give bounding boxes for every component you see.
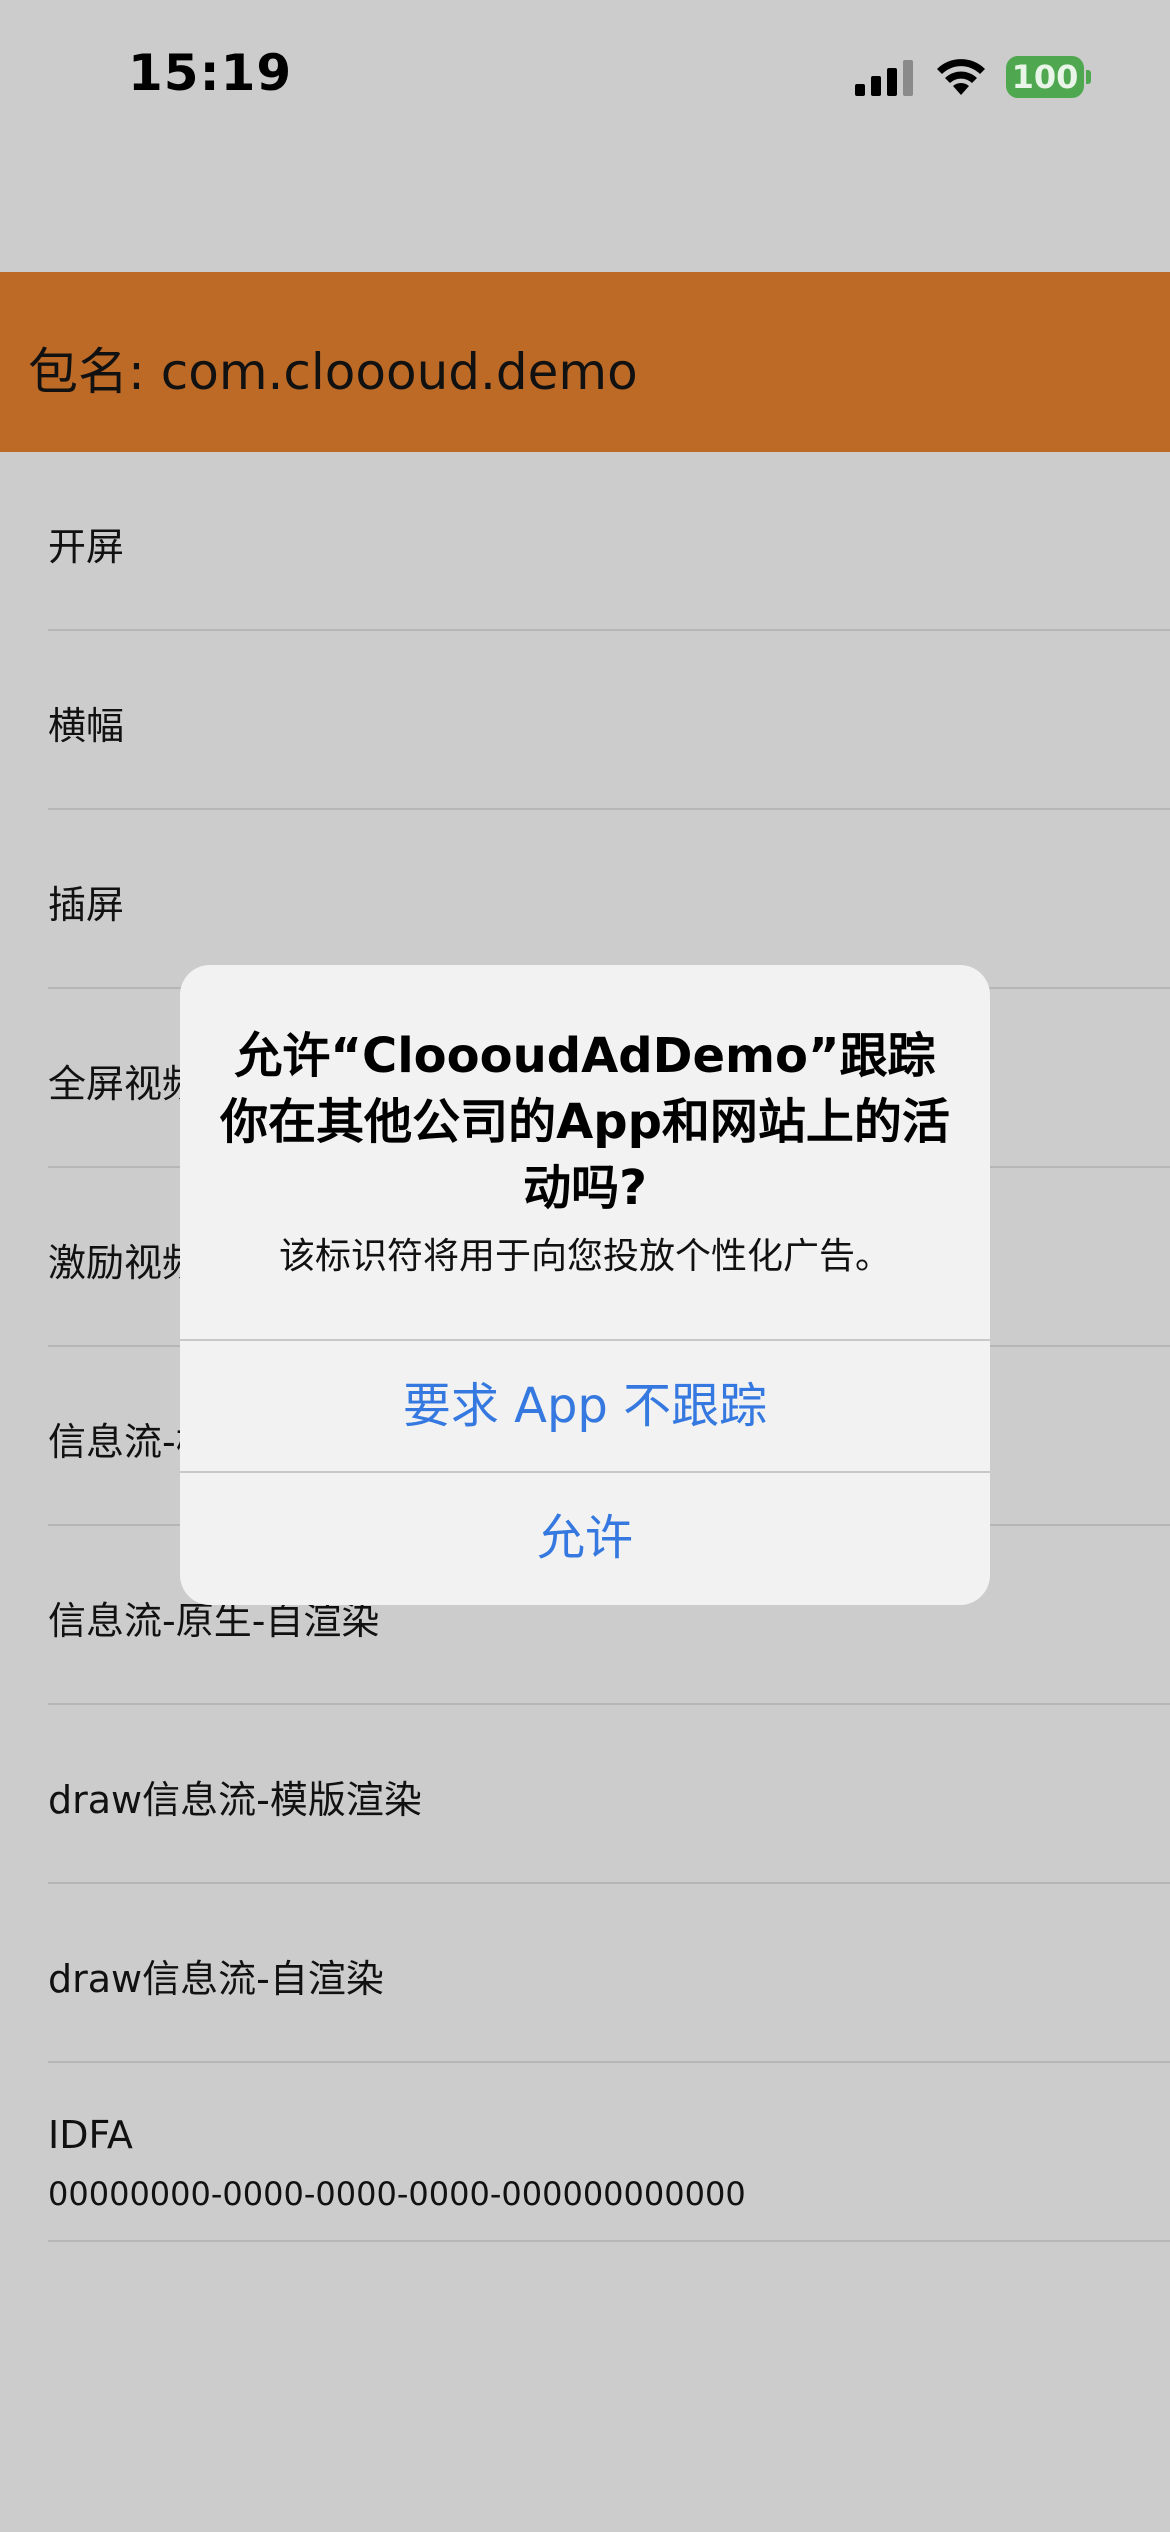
list-item-label: draw信息流-模版渲染 bbox=[48, 1778, 422, 1822]
list-item-interstitial[interactable]: 插屏 bbox=[48, 810, 1170, 989]
list-item-idfa[interactable]: IDFA 00000000-0000-0000-0000-00000000000… bbox=[48, 2063, 1170, 2242]
list-item-label: 激励视频 bbox=[48, 1241, 201, 1285]
wifi-icon bbox=[937, 59, 985, 95]
ask-app-not-to-track-button[interactable]: 要求 App 不跟踪 bbox=[180, 1341, 990, 1471]
list-item-label: 横幅 bbox=[48, 704, 125, 748]
list-item-draw-feed-custom[interactable]: draw信息流-自渲染 bbox=[48, 1884, 1170, 2063]
alert-message: 该标识符将用于向您投放个性化广告。 bbox=[278, 1236, 891, 1277]
list-item-label: draw信息流-自渲染 bbox=[48, 1957, 384, 2001]
allow-tracking-button[interactable]: 允许 bbox=[180, 1473, 990, 1603]
list-item-banner[interactable]: 横幅 bbox=[48, 631, 1170, 810]
list-item-label: 开屏 bbox=[48, 525, 125, 569]
idfa-label: IDFA bbox=[48, 2113, 133, 2157]
battery-tip bbox=[1086, 70, 1091, 84]
list-item-draw-feed-template[interactable]: draw信息流-模版渲染 bbox=[48, 1705, 1170, 1884]
status-time: 15:19 bbox=[128, 44, 293, 102]
list-item-label: 全屏视频 bbox=[48, 1062, 201, 1106]
list-item-label: 插屏 bbox=[48, 883, 125, 927]
list-item-splash[interactable]: 开屏 bbox=[48, 452, 1170, 631]
package-name-title: 包名: com.cloooud.demo bbox=[28, 343, 638, 401]
idfa-value: 00000000-0000-0000-0000-000000000000 bbox=[48, 2175, 746, 2213]
header-bar: 包名: com.cloooud.demo bbox=[0, 272, 1170, 452]
alert-title: 允许“CloooudAdDemo”跟踪你在其他公司的App和网站上的活动吗? bbox=[220, 1028, 950, 1216]
status-bar: 15:19 100 bbox=[0, 0, 1170, 150]
battery-level: 100 bbox=[1006, 56, 1084, 98]
tracking-permission-alert: 允许“CloooudAdDemo”跟踪你在其他公司的App和网站上的活动吗? 该… bbox=[180, 965, 990, 1605]
battery-icon: 100 bbox=[1006, 56, 1092, 98]
signal-bars-icon bbox=[855, 60, 913, 96]
